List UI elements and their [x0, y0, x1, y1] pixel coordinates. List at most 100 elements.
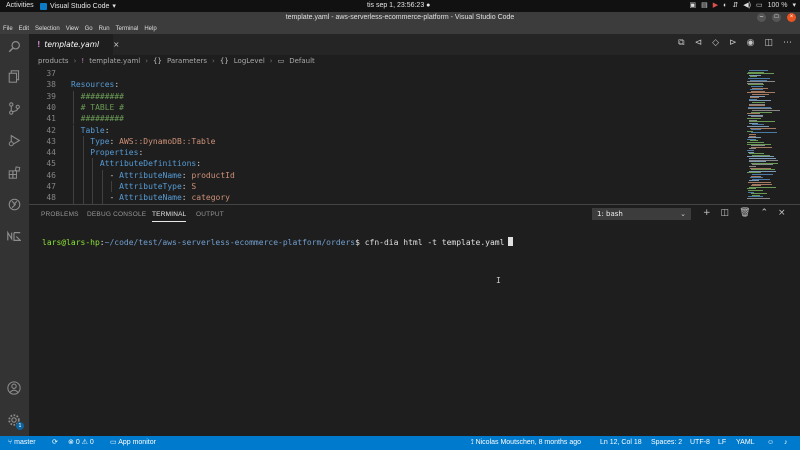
- breadcrumb-loglevel[interactable]: LogLevel: [234, 57, 265, 65]
- tray-app-icon[interactable]: ▣: [690, 1, 697, 9]
- preview-icon[interactable]: ◉: [747, 38, 755, 48]
- app-menu[interactable]: Visual Studio Code ▾: [40, 2, 116, 10]
- breadcrumb-file[interactable]: template.yaml: [89, 57, 140, 65]
- close-tab-icon[interactable]: ×: [113, 40, 119, 49]
- code-token: AttributeType: [71, 182, 182, 191]
- next-change-icon[interactable]: ⊳: [729, 38, 737, 48]
- terminal-select[interactable]: 1: bash ⌄: [592, 208, 691, 220]
- code-token: #########: [71, 91, 124, 101]
- kill-terminal-icon[interactable]: 🗑: [739, 208, 750, 218]
- code-line[interactable]: 37: [29, 68, 744, 79]
- more-actions-icon[interactable]: ⋯: [783, 38, 792, 48]
- code-line[interactable]: 46 - AttributeName: productId: [29, 169, 744, 181]
- menu-run[interactable]: Run: [99, 24, 110, 34]
- minimize-button[interactable]: –: [757, 13, 766, 22]
- search-icon[interactable]: [4, 36, 24, 56]
- open-changes-icon[interactable]: ⧉: [678, 38, 684, 48]
- clock[interactable]: tis sep 1, 23:56:23 ●: [367, 2, 430, 9]
- aws-icon[interactable]: [4, 226, 24, 246]
- minimap[interactable]: [744, 68, 800, 204]
- code-line[interactable]: 44 Properties:: [29, 147, 744, 159]
- maximize-button[interactable]: □: [772, 13, 781, 22]
- code-line[interactable]: 41 #########: [29, 113, 744, 125]
- extensions-icon[interactable]: [4, 162, 24, 182]
- object-icon: {}: [153, 57, 162, 65]
- split-editor-icon[interactable]: ◫: [764, 38, 773, 48]
- tray-screen-icon[interactable]: ▤: [701, 1, 708, 9]
- terminal[interactable]: lars@lars-hp:~/code/test/aws-serverless-…: [29, 225, 800, 436]
- breadcrumb-folder[interactable]: products: [38, 57, 69, 65]
- tray-circle-icon[interactable]: ◐: [723, 2, 727, 9]
- previous-change-icon[interactable]: ⊲: [695, 38, 703, 48]
- line-number: 44: [46, 148, 56, 158]
- tab-debug-console[interactable]: DEBUG CONSOLE: [87, 211, 146, 218]
- code-line[interactable]: 39 #########: [29, 90, 744, 102]
- editor-tab-bar: ! template.yaml × ⧉ ⊲ ◇ ⊳ ◉ ◫ ⋯: [29, 34, 800, 55]
- code-line[interactable]: 43 Type: AWS::DynamoDB::Table: [29, 135, 744, 148]
- close-panel-icon[interactable]: ×: [778, 208, 786, 218]
- network-icon[interactable]: ⇵: [732, 1, 738, 9]
- notifications-bell-icon[interactable]: ♪: [784, 436, 788, 450]
- breadcrumb-parameters[interactable]: Parameters: [167, 57, 207, 65]
- system-tray[interactable]: ▣ ▤ ▶ ◐ ⇵ ◀) ▭ 100 % ▾: [690, 1, 796, 10]
- account-icon[interactable]: [4, 378, 24, 398]
- code-token: #########: [71, 114, 124, 124]
- code-line[interactable]: 47 AttributeType: S: [29, 181, 744, 193]
- line-number: 41: [46, 114, 56, 124]
- split-terminal-icon[interactable]: ◫: [721, 208, 730, 218]
- remote-explorer-icon[interactable]: [4, 194, 24, 214]
- run-debug-icon[interactable]: [4, 130, 24, 150]
- chevron-right-icon: ›: [73, 57, 77, 65]
- yaml-file-icon: !: [37, 40, 41, 49]
- app-monitor-status[interactable]: ▭ App monitor: [110, 436, 156, 450]
- revert-icon[interactable]: ◇: [712, 38, 719, 48]
- tab-problems[interactable]: PROBLEMS: [41, 211, 79, 218]
- indentation-status[interactable]: Spaces: 2: [651, 436, 682, 450]
- chevron-down-icon[interactable]: ▾: [792, 1, 796, 9]
- code-line[interactable]: 45 AttributeDefinitions:: [29, 158, 744, 170]
- panel-actions: + ◫ 🗑 ⌃ ×: [703, 208, 786, 218]
- code-line[interactable]: 48 - AttributeName: category: [29, 192, 744, 204]
- tab-terminal[interactable]: TERMINAL: [152, 211, 187, 222]
- line-number: 39: [46, 91, 56, 101]
- source-control-icon[interactable]: [4, 98, 24, 118]
- code-line[interactable]: 38 Resources:: [29, 79, 744, 90]
- settings-gear-icon[interactable]: 1: [4, 410, 24, 430]
- explorer-icon[interactable]: [4, 66, 24, 86]
- tab-template-yaml[interactable]: ! template.yaml ×: [29, 34, 119, 55]
- menu-file[interactable]: File: [3, 24, 13, 34]
- volume-icon[interactable]: ◀): [743, 1, 751, 9]
- menu-help[interactable]: Help: [144, 24, 156, 34]
- git-blame-status[interactable]: ⟟ Nicolas Moutschen, 8 months ago: [471, 436, 581, 450]
- maximize-panel-icon[interactable]: ⌃: [761, 208, 769, 218]
- line-number: 48: [46, 193, 56, 203]
- activities-button[interactable]: Activities: [6, 2, 34, 9]
- menu-go[interactable]: Go: [85, 24, 93, 34]
- code-editor[interactable]: 37 38 Resources: 39 ######### 40 # TABLE #41…: [29, 68, 744, 204]
- line-text: Type: AWS::DynamoDB::Table: [71, 136, 215, 147]
- menu-selection[interactable]: Selection: [35, 24, 60, 34]
- sync-icon[interactable]: ⟳: [52, 436, 58, 450]
- feedback-icon[interactable]: ☺: [767, 436, 774, 450]
- encoding-status[interactable]: UTF-8: [690, 436, 710, 450]
- menu-view[interactable]: View: [66, 24, 79, 34]
- new-terminal-icon[interactable]: +: [703, 208, 711, 218]
- eol-status[interactable]: LF: [718, 436, 726, 450]
- menu-terminal[interactable]: Terminal: [116, 24, 139, 34]
- code-line[interactable]: 42 Table:: [29, 124, 744, 136]
- language-status[interactable]: YAML: [736, 436, 755, 450]
- tray-video-icon[interactable]: ▶: [713, 1, 718, 9]
- window-title-bar[interactable]: template.yaml - aws-serverless-ecommerce…: [0, 12, 800, 24]
- close-window-button[interactable]: ×: [787, 13, 796, 22]
- branch-status[interactable]: ⑂ master: [8, 436, 36, 450]
- app-name-label: Visual Studio Code: [50, 2, 110, 10]
- chevron-down-icon: ⌄: [680, 210, 686, 218]
- code-token: :: [138, 148, 144, 158]
- problems-status[interactable]: ⊗ 0 ⚠ 0: [68, 436, 94, 450]
- breadcrumb-default[interactable]: Default: [289, 57, 315, 65]
- battery-icon[interactable]: ▭: [756, 1, 763, 9]
- menu-edit[interactable]: Edit: [19, 24, 29, 34]
- tab-output[interactable]: OUTPUT: [196, 211, 224, 218]
- code-line[interactable]: 40 # TABLE #: [29, 101, 744, 114]
- cursor-position-status[interactable]: Ln 12, Col 18: [600, 436, 642, 450]
